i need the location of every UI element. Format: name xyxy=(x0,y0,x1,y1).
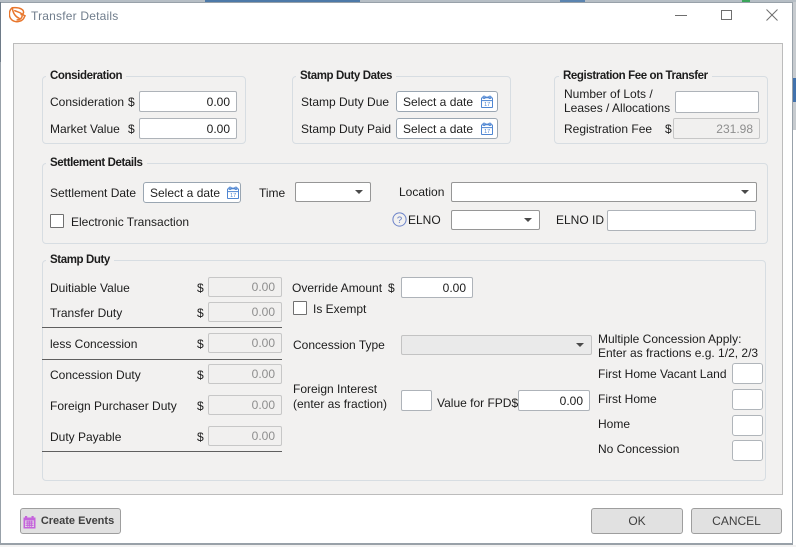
svg-text:17: 17 xyxy=(230,193,236,199)
svg-text:17: 17 xyxy=(484,102,490,108)
svg-text:?: ? xyxy=(397,215,402,226)
svg-text:17: 17 xyxy=(484,129,490,135)
